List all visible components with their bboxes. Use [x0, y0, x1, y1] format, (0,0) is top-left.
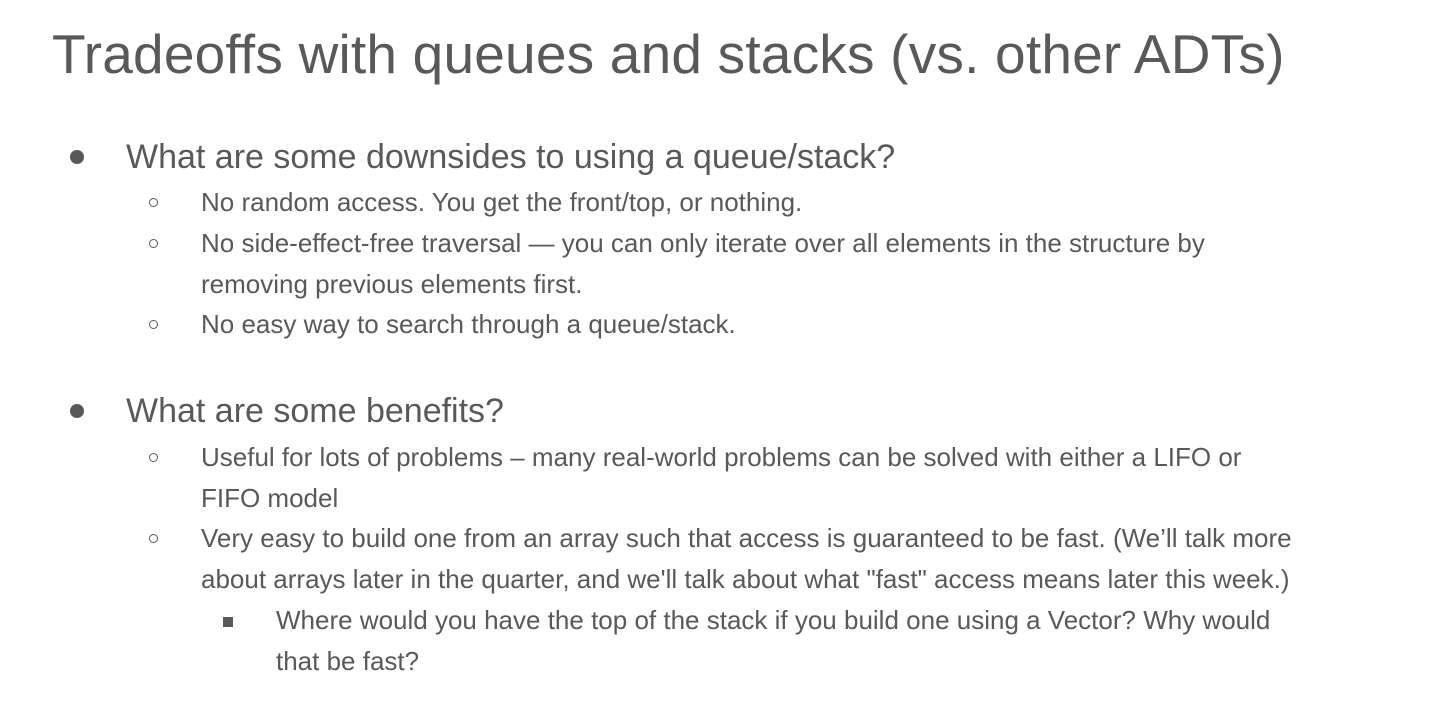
sub-bullet-text: No easy way to search through a queue/st… [201, 309, 736, 339]
hollow-bullet-icon [149, 320, 158, 329]
sub-sub-bullet-text: Where would you have the top of the stac… [276, 605, 1271, 635]
sub-bullet-text: No side-effect-free traversal — you can … [201, 228, 1205, 258]
filled-bullet-icon [70, 150, 84, 164]
square-bullet-icon [223, 617, 233, 627]
filled-bullet-icon [70, 404, 84, 418]
slide-title: Tradeoffs with queues and stacks (vs. ot… [52, 23, 1285, 85]
sub-bullet-text: No random access. You get the front/top,… [201, 187, 803, 217]
sub-bullet-text: FIFO model [201, 483, 339, 513]
bullet-heading-text: What are some benefits? [126, 392, 504, 430]
sub-bullet-text: Useful for lots of problems – many real-… [201, 442, 1242, 472]
hollow-bullet-icon [149, 453, 158, 462]
sub-bullet-text: about arrays later in the quarter, and w… [201, 564, 1290, 594]
sub-bullet-text: Very easy to build one from an array suc… [201, 523, 1292, 553]
bullet-heading-text: What are some downsides to using a queue… [126, 138, 896, 176]
hollow-bullet-icon [149, 198, 158, 207]
sub-bullet-text: removing previous elements first. [201, 269, 583, 299]
sub-sub-bullet-text: that be fast? [276, 646, 420, 676]
hollow-bullet-icon [149, 239, 158, 248]
hollow-bullet-icon [149, 534, 158, 543]
